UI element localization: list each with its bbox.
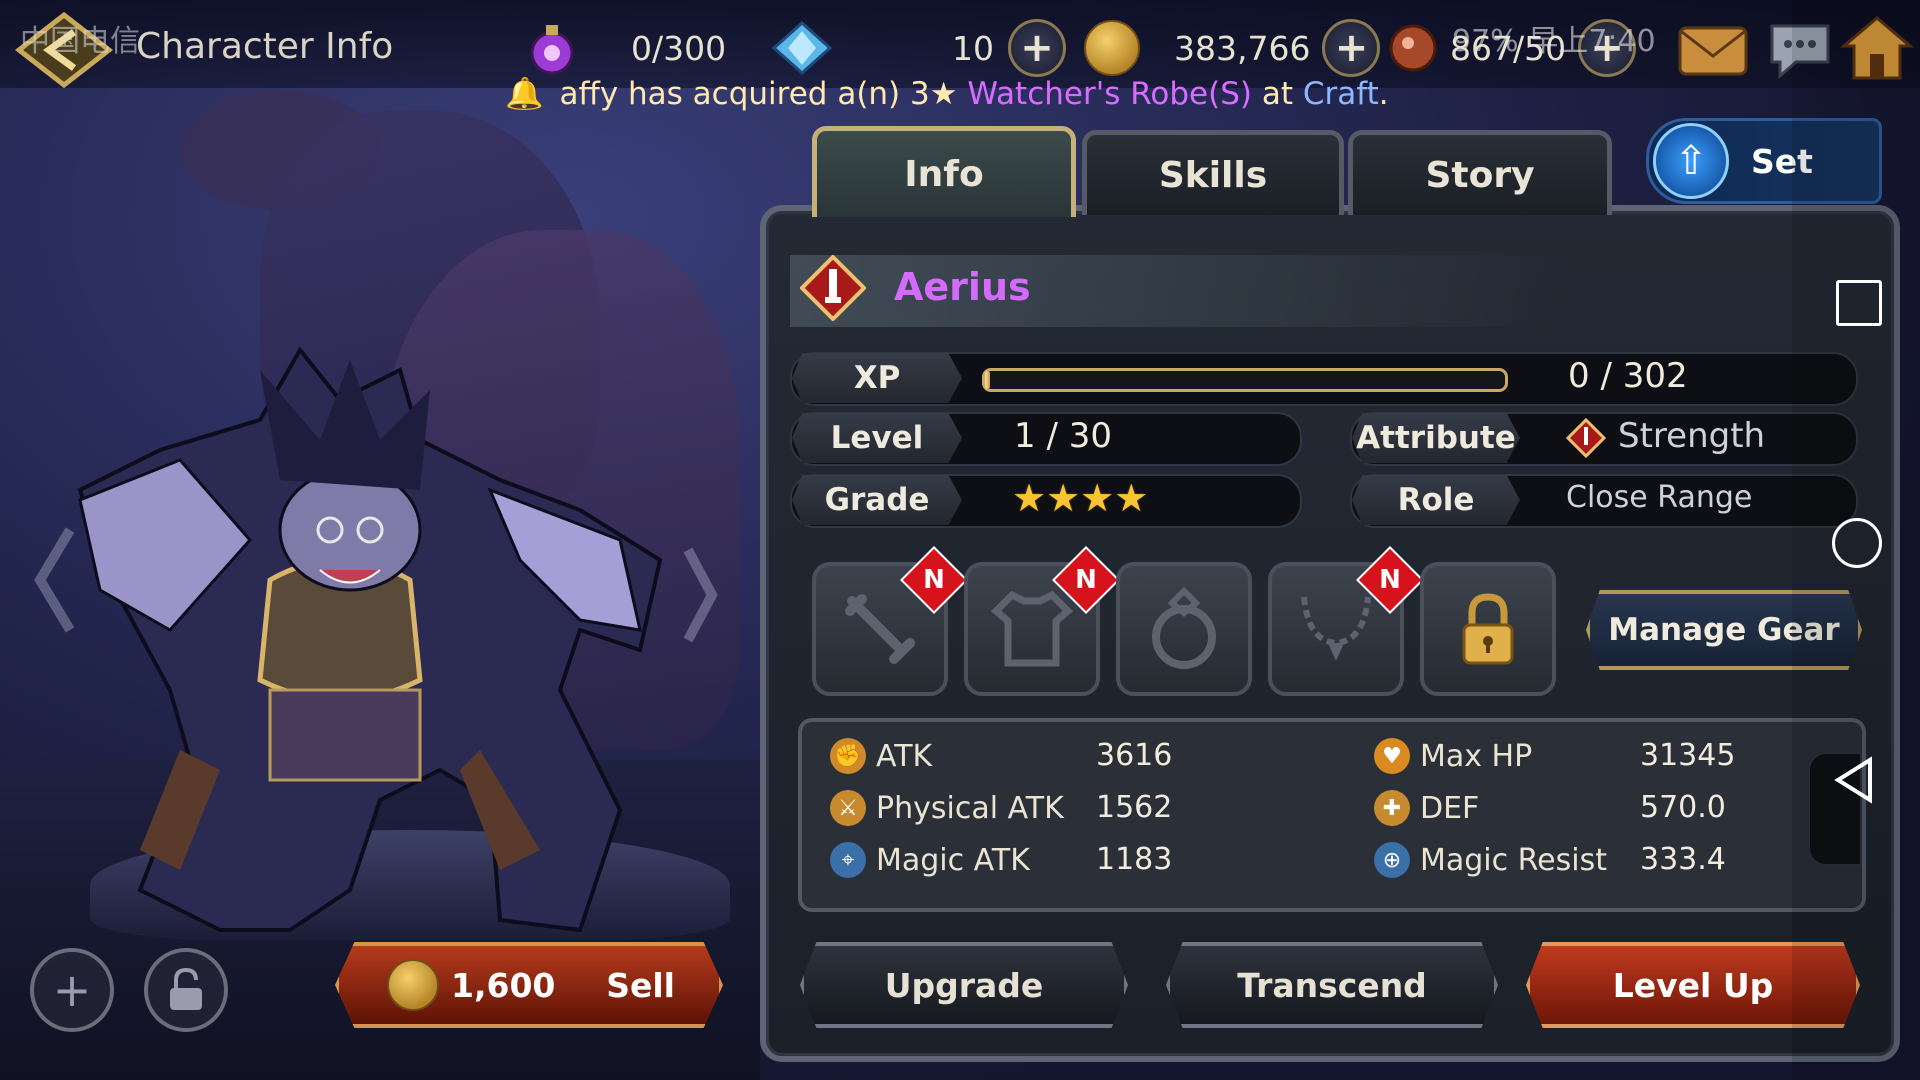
locked-slot[interactable] — [1420, 562, 1556, 696]
atk-label: ATK — [876, 738, 933, 774]
home-nav-button[interactable] — [1832, 518, 1882, 568]
add-button[interactable]: + — [30, 948, 114, 1032]
magic-atk-value: 1183 — [1096, 842, 1173, 877]
tab-skills[interactable]: Skills — [1082, 130, 1344, 215]
acquisition-notice: 🔔 affy has acquired a(n) 3★ Watcher's Ro… — [505, 75, 1389, 112]
grade-star-icon: ★ — [1012, 476, 1047, 520]
role-label: Role — [1352, 475, 1520, 525]
mail-icon[interactable] — [1676, 20, 1750, 80]
tab-info[interactable]: Info — [812, 126, 1076, 217]
armor-slot[interactable]: N — [964, 546, 1120, 696]
attribute-value: Strength — [1618, 416, 1766, 456]
stamina-meat-icon — [1389, 24, 1437, 72]
sell-price: 1,600 — [451, 965, 556, 1005]
crystal-icon — [772, 21, 832, 75]
back-nav-button[interactable] — [1832, 756, 1876, 804]
add-gold-button[interactable]: + — [1322, 19, 1381, 77]
gold-count: 383,766 — [1174, 28, 1311, 68]
sell-label: Sell — [606, 965, 675, 1005]
physical-atk-value: 1562 — [1096, 790, 1173, 825]
grade-star-icon: ★ — [1046, 476, 1081, 520]
level-label: Level — [792, 413, 962, 463]
unlock-icon — [170, 967, 202, 1010]
strength-icon — [1566, 418, 1606, 458]
notice-at: at — [1251, 76, 1303, 112]
notice-end: . — [1378, 76, 1389, 112]
potion-count: 0/300 — [631, 28, 727, 68]
def-value: 570.0 — [1640, 790, 1726, 825]
weapon-slot[interactable]: N — [812, 546, 968, 696]
notice-user: affy — [559, 76, 619, 112]
def-stat: ✚ DEF — [1374, 790, 1479, 826]
notice-item: Watcher's Robe(S) — [967, 76, 1252, 112]
xp-label: XP — [792, 353, 962, 403]
magic-atk-label: Magic ATK — [876, 842, 1030, 878]
gold-coin-icon — [1084, 20, 1140, 76]
magic-resist-value: 333.4 — [1640, 842, 1726, 877]
physical-atk-stat: ⚔ Physical ATK — [830, 790, 1064, 826]
max-hp-stat: ♥ Max HP — [1374, 738, 1532, 774]
level-value: 1 / 30 — [1014, 416, 1112, 456]
notice-text: has acquired a(n) 3★ — [618, 76, 968, 112]
character-name-bar: Aerius — [790, 255, 1570, 327]
gold-resource: 383,766 + — [1084, 19, 1381, 77]
previous-character-arrow[interactable] — [30, 520, 80, 640]
upgrade-button[interactable]: Upgrade — [800, 942, 1128, 1028]
ring-slot[interactable] — [1116, 562, 1252, 696]
xp-value: 0 / 302 — [1568, 356, 1688, 396]
physical-atk-label: Physical ATK — [876, 790, 1064, 826]
tab-story[interactable]: Story — [1348, 130, 1612, 215]
necklace-slot[interactable]: N — [1268, 546, 1424, 696]
grade-label: Grade — [792, 475, 962, 525]
recent-apps-button[interactable] — [1836, 280, 1882, 326]
role-value: Close Range — [1566, 480, 1753, 515]
atk-value: 3616 — [1096, 738, 1173, 773]
transcend-button[interactable]: Transcend — [1166, 942, 1498, 1028]
gold-coin-icon — [387, 959, 439, 1011]
page-title: Character Info — [136, 26, 394, 67]
bell-icon: 🔔 — [505, 76, 544, 112]
character-model[interactable] — [20, 330, 720, 950]
grade-star-icon: ★ — [1080, 476, 1115, 520]
next-character-arrow[interactable] — [680, 540, 720, 650]
share-upload-icon: ⇧ — [1653, 123, 1729, 199]
magic-atk-stat: ⌖ Magic ATK — [830, 842, 1030, 878]
back-arrow-icon[interactable] — [14, 10, 114, 90]
max-hp-value: 31345 — [1640, 738, 1736, 773]
max-hp-label: Max HP — [1420, 738, 1533, 774]
attribute-label: Attribute — [1352, 413, 1520, 463]
magic-shield-icon: ⊕ — [1374, 842, 1410, 878]
fist-icon: ✊ — [830, 738, 866, 774]
crossed-swords-icon: ⚔ — [830, 790, 866, 826]
stamina-resource: 867/50 + — [1386, 19, 1637, 77]
strength-attribute-icon — [800, 255, 866, 321]
xp-progress-fill — [985, 371, 991, 389]
unlock-button[interactable] — [144, 948, 228, 1032]
grade-stars: ★★★★ — [1012, 476, 1148, 520]
notice-place: Craft — [1302, 76, 1379, 112]
magic-resist-label: Magic Resist — [1420, 842, 1607, 878]
crystal-resource: 10 + — [772, 19, 1066, 77]
def-label: DEF — [1420, 790, 1480, 826]
sell-button[interactable]: 1,600 Sell — [335, 942, 723, 1028]
ring-icon — [1152, 586, 1216, 669]
character-name: Aerius — [894, 265, 1031, 309]
lock-icon — [1462, 593, 1514, 665]
potion-resource: 0/300 — [525, 22, 727, 75]
add-crystal-button[interactable]: + — [1008, 19, 1066, 77]
magic-target-icon: ⌖ — [830, 842, 866, 878]
magic-resist-stat: ⊕ Magic Resist — [1374, 842, 1607, 878]
atk-stat: ✊ ATK — [830, 738, 932, 774]
xp-progress-bar — [982, 368, 1508, 392]
shield-icon: ✚ — [1374, 790, 1410, 826]
grade-star-icon: ★ — [1114, 476, 1149, 520]
crystal-count: 10 — [952, 28, 994, 68]
stamina-count: 867/50 — [1450, 28, 1567, 68]
add-stamina-button[interactable]: + — [1578, 19, 1637, 77]
potion-icon — [530, 25, 574, 75]
heart-icon: ♥ — [1374, 738, 1410, 774]
